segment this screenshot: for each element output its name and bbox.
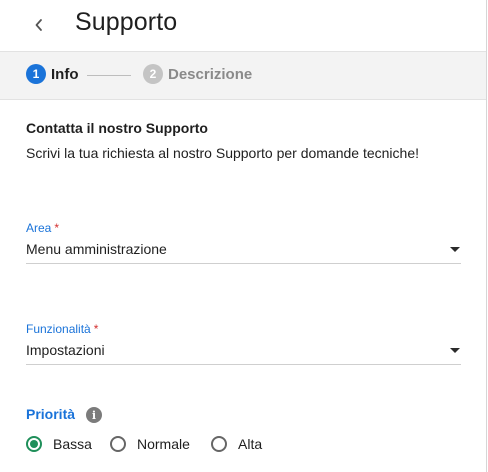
step-label: Info: [51, 65, 79, 83]
feature-label: Funzionalità *: [26, 322, 98, 336]
area-select[interactable]: Menu amministrazione: [26, 238, 461, 264]
step-connector: [87, 75, 131, 76]
feature-label-text: Funzionalità: [26, 322, 91, 336]
radio-unchecked-icon: [110, 436, 126, 452]
area-label: Area *: [26, 221, 59, 235]
priority-radio-bassa[interactable]: Bassa: [26, 436, 92, 452]
radio-unchecked-icon: [211, 436, 227, 452]
required-marker: *: [54, 221, 60, 235]
page-title: Supporto: [75, 8, 178, 36]
required-marker: *: [93, 322, 99, 336]
stepper: 1 Info 2 Descrizione: [0, 51, 486, 100]
header: Supporto: [0, 0, 486, 51]
chevron-left-icon: [35, 19, 42, 31]
dropdown-arrow-icon: [450, 348, 460, 353]
support-panel: Supporto 1 Info 2 Descrizione Contatta i…: [0, 0, 487, 472]
feature-select[interactable]: Impostazioni: [26, 339, 461, 365]
section-heading: Contatta il nostro Supporto: [26, 120, 208, 136]
dropdown-arrow-icon: [450, 247, 460, 252]
step-number: 2: [143, 64, 163, 84]
priority-radio-alta[interactable]: Alta: [211, 436, 262, 452]
area-label-text: Area: [26, 221, 52, 235]
radio-label: Bassa: [53, 436, 92, 452]
section-description: Scrivi la tua richiesta al nostro Suppor…: [26, 145, 419, 161]
step-number: 1: [26, 64, 46, 84]
priority-radio-normale[interactable]: Normale: [110, 436, 190, 452]
step-descrizione[interactable]: 2 Descrizione: [143, 64, 252, 84]
area-select-value: Menu amministrazione: [26, 241, 167, 257]
radio-checked-icon: [26, 436, 42, 452]
radio-label: Normale: [137, 436, 190, 452]
feature-select-value: Impostazioni: [26, 342, 105, 358]
radio-label: Alta: [238, 436, 263, 452]
priority-label: Priorità: [26, 406, 76, 422]
step-info[interactable]: 1 Info: [26, 64, 79, 84]
info-icon[interactable]: i: [86, 407, 102, 423]
step-label: Descrizione: [168, 65, 253, 83]
back-button[interactable]: [24, 10, 54, 40]
